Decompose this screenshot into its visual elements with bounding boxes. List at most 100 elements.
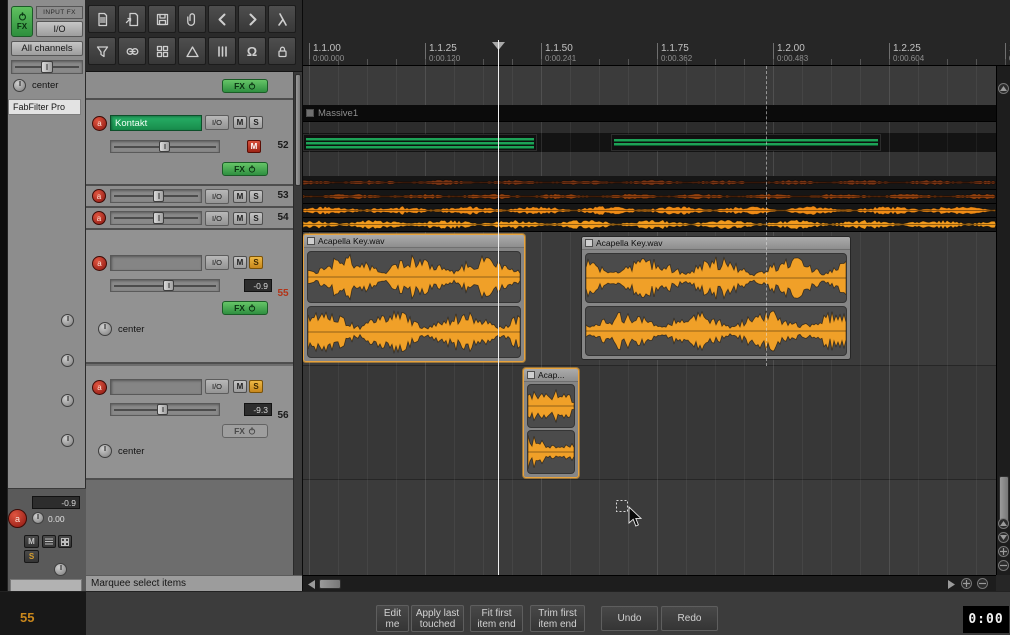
send-knob[interactable]	[61, 354, 74, 367]
fader-handle[interactable]	[41, 61, 53, 73]
pan-knob[interactable]	[98, 444, 112, 458]
vertical-zoom-in-button[interactable]	[998, 546, 1009, 557]
item-title-bar[interactable]: Acap...	[524, 369, 578, 382]
scroll-up-button[interactable]	[998, 83, 1009, 94]
master-fx-button[interactable]: FX	[11, 6, 33, 37]
track-panel-partial[interactable]: FX	[86, 72, 293, 100]
send-knob[interactable]	[61, 434, 74, 447]
new-file-button[interactable]	[88, 5, 116, 33]
audio-item-collapsed[interactable]	[303, 204, 996, 218]
io-button[interactable]: I/O	[205, 211, 229, 226]
fader-handle[interactable]	[159, 141, 170, 152]
track-number[interactable]: 54	[274, 212, 292, 223]
mute-button[interactable]: M	[233, 256, 247, 269]
solo-button[interactable]: S	[249, 256, 263, 269]
track-name-field[interactable]	[110, 379, 202, 395]
horizontal-scrollbar[interactable]	[303, 575, 996, 591]
master-pan-fader[interactable]	[11, 60, 83, 74]
scroll-right-button[interactable]	[945, 578, 957, 590]
audio-item-collapsed[interactable]	[303, 218, 996, 232]
master-mute-button[interactable]: M	[24, 535, 39, 548]
master-fx-slot[interactable]: FabFilter Pro	[8, 99, 81, 115]
volume-fader[interactable]	[110, 211, 202, 225]
track-panel-54[interactable]: a I/O M S 54	[86, 208, 293, 230]
record-arm-button[interactable]: a	[92, 256, 107, 271]
midi-item[interactable]	[611, 134, 881, 151]
master-routing-button[interactable]	[42, 535, 56, 548]
io-button[interactable]: I/O	[205, 379, 229, 394]
io-button[interactable]: I/O	[205, 115, 229, 130]
fader-handle[interactable]	[163, 280, 174, 291]
action-trim-first-item-end-button[interactable]: Trim first item end	[530, 605, 585, 632]
track-name-field[interactable]: Kontakt	[110, 115, 202, 131]
mute-button[interactable]: M	[233, 190, 247, 203]
track-panel-55[interactable]: a I/O M S -0.9 55 FX center	[86, 230, 293, 364]
track-panel-52[interactable]: a Kontakt I/O M S M 52 FX	[86, 100, 293, 186]
fx-button[interactable]: FX	[222, 424, 268, 438]
lock-button[interactable]	[268, 37, 296, 65]
track-name-field[interactable]	[110, 255, 202, 271]
scroll-up-button-2[interactable]	[998, 518, 1009, 529]
snap-lines-button[interactable]	[208, 37, 236, 65]
send-knob[interactable]	[61, 314, 74, 327]
audio-item-collapsed[interactable]	[303, 176, 996, 190]
media-item-acapella-small[interactable]: Acap...	[523, 368, 579, 478]
send-knob[interactable]	[61, 394, 74, 407]
midi-item[interactable]	[303, 134, 537, 151]
vertical-zoom-out-button[interactable]	[998, 560, 1009, 571]
tcp-scrollbar[interactable]	[293, 72, 302, 575]
io-button[interactable]: I/O	[205, 189, 229, 204]
master-width-knob[interactable]	[54, 563, 67, 576]
track-panel-53[interactable]: a I/O M S 53	[86, 186, 293, 208]
master-mode-button[interactable]	[58, 535, 72, 548]
solo-button[interactable]: S	[249, 212, 263, 225]
master-solo-button[interactable]: S	[24, 550, 39, 563]
fx-button[interactable]: FX	[222, 301, 268, 315]
save-project-button[interactable]	[148, 5, 176, 33]
mute-button[interactable]: M	[233, 116, 247, 129]
record-arm-button[interactable]: a	[92, 189, 106, 203]
record-arm-button[interactable]: a	[92, 211, 106, 225]
solo-button[interactable]: S	[249, 380, 263, 393]
media-item-acapella-1[interactable]: Acapella Key.wav	[303, 234, 525, 362]
grid-button[interactable]	[148, 37, 176, 65]
volume-fader[interactable]	[110, 140, 220, 153]
scroll-left-button[interactable]	[305, 578, 317, 590]
vertical-scrollbar-thumb[interactable]	[999, 476, 1009, 524]
horizontal-scrollbar-thumb[interactable]	[319, 579, 341, 589]
track-number[interactable]: 55	[274, 288, 292, 299]
io-button[interactable]: I/O	[205, 255, 229, 270]
open-project-button[interactable]	[118, 5, 146, 33]
track-number[interactable]: 56	[274, 410, 292, 421]
mute-button[interactable]: M	[233, 212, 247, 225]
action-edit-me-button[interactable]: Edit me	[376, 605, 409, 632]
master-io-button[interactable]: I/O	[36, 21, 83, 37]
volume-fader[interactable]	[110, 189, 202, 203]
fx-button[interactable]: FX	[222, 162, 268, 176]
nudge-left-button[interactable]	[208, 5, 236, 33]
volume-fader[interactable]	[110, 403, 220, 416]
pan-knob[interactable]	[98, 322, 112, 336]
arrange-lanes[interactable]: Massive1 Acapella Key.wav	[303, 66, 996, 575]
mute-indicator-button[interactable]: M	[247, 140, 261, 153]
razor-tool-button[interactable]	[268, 5, 296, 33]
item-title-bar[interactable]: Acapella Key.wav	[304, 235, 524, 248]
undo-button[interactable]: Undo	[601, 606, 658, 631]
scroll-down-button[interactable]	[998, 532, 1009, 543]
zoom-out-button[interactable]	[977, 578, 988, 589]
media-item-massive[interactable]: Massive1	[303, 105, 996, 122]
snap-toggle-button[interactable]: Ω	[238, 37, 266, 65]
action-apply-last-touched-button[interactable]: Apply last touched	[411, 605, 464, 632]
fader-handle[interactable]	[153, 190, 164, 202]
record-arm-button[interactable]: a	[92, 116, 107, 131]
solo-button[interactable]: S	[249, 190, 263, 203]
vertical-scrollbar[interactable]	[996, 66, 1010, 575]
volume-fader[interactable]	[110, 279, 220, 292]
action-fit-first-item-end-button[interactable]: Fit first item end	[470, 605, 523, 632]
link-button[interactable]	[118, 37, 146, 65]
master-channels-button[interactable]: All channels	[11, 41, 83, 56]
record-arm-button[interactable]: a	[92, 380, 107, 395]
fader-handle[interactable]	[157, 404, 168, 415]
redo-button[interactable]: Redo	[661, 606, 718, 631]
solo-button[interactable]: S	[249, 116, 263, 129]
